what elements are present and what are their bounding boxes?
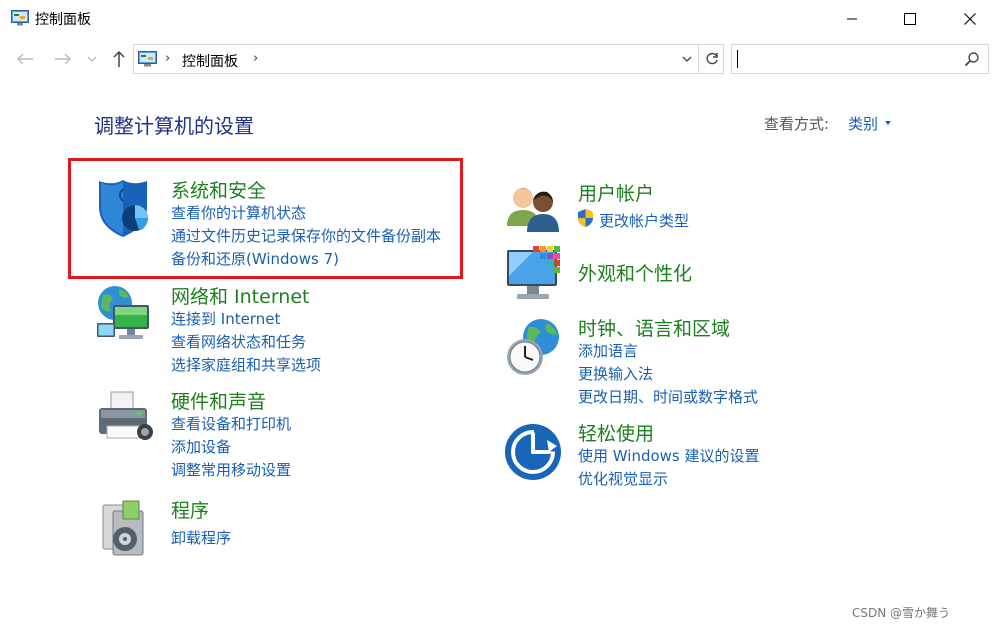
close-button[interactable] (940, 0, 1000, 38)
control-panel-icon (11, 10, 29, 26)
chevron-down-icon (87, 56, 97, 62)
category-system-security: 系统和安全 查看你的计算机状态 通过文件历史记录保存你的文件备份副本 备份和还原… (93, 177, 453, 272)
chevron-down-icon (682, 56, 692, 62)
category-ease-of-access: 轻松使用 使用 Windows 建议的设置 优化视觉显示 (503, 420, 803, 490)
category-link[interactable]: 查看你的计算机状态 (171, 202, 306, 223)
navigation-bar: › 控制面板 › (0, 40, 1000, 78)
network-globe-icon (97, 286, 149, 339)
control-panel-window: 控制面板 › 控制面板 › 调整计算机的设置 查看方式: 类别 系统和安全 查看… (0, 0, 1000, 629)
arrow-up-icon (113, 50, 125, 67)
dropdown-caret-icon[interactable] (885, 121, 891, 125)
category-title[interactable]: 网络和 Internet (171, 282, 309, 309)
category-link[interactable]: 通过文件历史记录保存你的文件备份副本 (171, 225, 441, 246)
refresh-icon (706, 52, 718, 65)
ease-of-access-icon (505, 424, 561, 480)
users-icon (507, 188, 559, 232)
category-network-internet: 网络和 Internet 连接到 Internet 查看网络状态和任务 选择家庭… (93, 283, 453, 375)
category-title[interactable]: 时钟、语言和区域 (578, 314, 730, 341)
search-icon[interactable] (964, 51, 980, 67)
breadcrumb-chevron-icon[interactable]: › (253, 51, 258, 66)
page-title: 调整计算机的设置 (94, 114, 254, 138)
back-button[interactable] (14, 48, 36, 70)
arrow-left-icon (16, 53, 33, 65)
category-user-accounts: 用户帐户 更改帐户类型 (503, 180, 803, 250)
arrow-right-icon (55, 53, 72, 65)
category-link[interactable]: 使用 Windows 建议的设置 (578, 445, 760, 466)
category-title[interactable]: 系统和安全 (171, 176, 266, 203)
printer-icon (99, 391, 153, 440)
uac-shield-icon (578, 209, 593, 227)
refresh-button[interactable] (698, 45, 724, 73)
category-link[interactable]: 优化视觉显示 (578, 468, 668, 489)
address-bar[interactable]: › 控制面板 › (133, 44, 724, 74)
breadcrumb-item[interactable]: 控制面板 (182, 51, 238, 71)
recent-locations-button[interactable] (85, 48, 99, 70)
category-title[interactable]: 程序 (171, 496, 209, 523)
category-hardware-sound: 硬件和声音 查看设备和打印机 添加设备 调整常用移动设置 (93, 388, 453, 480)
category-link[interactable]: 卸载程序 (171, 527, 231, 548)
title-bar: 控制面板 (0, 0, 1000, 38)
category-link[interactable]: 调整常用移动设置 (171, 459, 291, 480)
watermark-text: CSDN @雪か舞う (852, 606, 951, 620)
category-title[interactable]: 硬件和声音 (171, 387, 266, 414)
minimize-icon (847, 18, 857, 20)
clock-globe-icon (507, 319, 559, 375)
category-link[interactable]: 连接到 Internet (171, 308, 280, 329)
category-appearance: 外观和个性化 (503, 244, 803, 308)
maximize-button[interactable] (880, 0, 940, 38)
category-link[interactable]: 更改帐户类型 (599, 210, 689, 231)
programs-icon (102, 500, 144, 556)
forward-button[interactable] (52, 48, 74, 70)
control-panel-icon (138, 51, 157, 67)
view-by-dropdown[interactable]: 类别 (848, 113, 878, 134)
up-button[interactable] (108, 48, 130, 70)
category-link[interactable]: 选择家庭组和共享选项 (171, 354, 321, 375)
category-title[interactable]: 外观和个性化 (578, 259, 692, 286)
category-link[interactable]: 查看网络状态和任务 (171, 331, 306, 352)
address-history-dropdown[interactable] (677, 48, 697, 70)
category-clock-language-region: 时钟、语言和区域 添加语言 更换输入法 更改日期、时间或数字格式 (503, 315, 803, 407)
monitor-icon (507, 246, 560, 299)
search-input[interactable] (731, 44, 989, 74)
category-programs: 程序 卸载程序 (93, 497, 453, 561)
maximize-icon (904, 13, 916, 25)
category-link[interactable]: 添加设备 (171, 436, 231, 457)
category-link[interactable]: 更改日期、时间或数字格式 (578, 386, 758, 407)
category-link[interactable]: 查看设备和打印机 (171, 413, 291, 434)
category-link[interactable]: 备份和还原(Windows 7) (171, 248, 339, 269)
window-title: 控制面板 (35, 12, 91, 28)
text-cursor (737, 50, 738, 68)
view-by-label: 查看方式: (764, 115, 830, 133)
category-link[interactable]: 更换输入法 (578, 363, 653, 384)
category-title[interactable]: 用户帐户 (578, 179, 654, 206)
category-link[interactable]: 添加语言 (578, 340, 638, 361)
breadcrumb-chevron-icon: › (165, 51, 171, 66)
shield-icon (99, 180, 148, 237)
close-icon (964, 13, 976, 25)
category-title[interactable]: 轻松使用 (578, 419, 654, 446)
minimize-button[interactable] (822, 0, 882, 38)
